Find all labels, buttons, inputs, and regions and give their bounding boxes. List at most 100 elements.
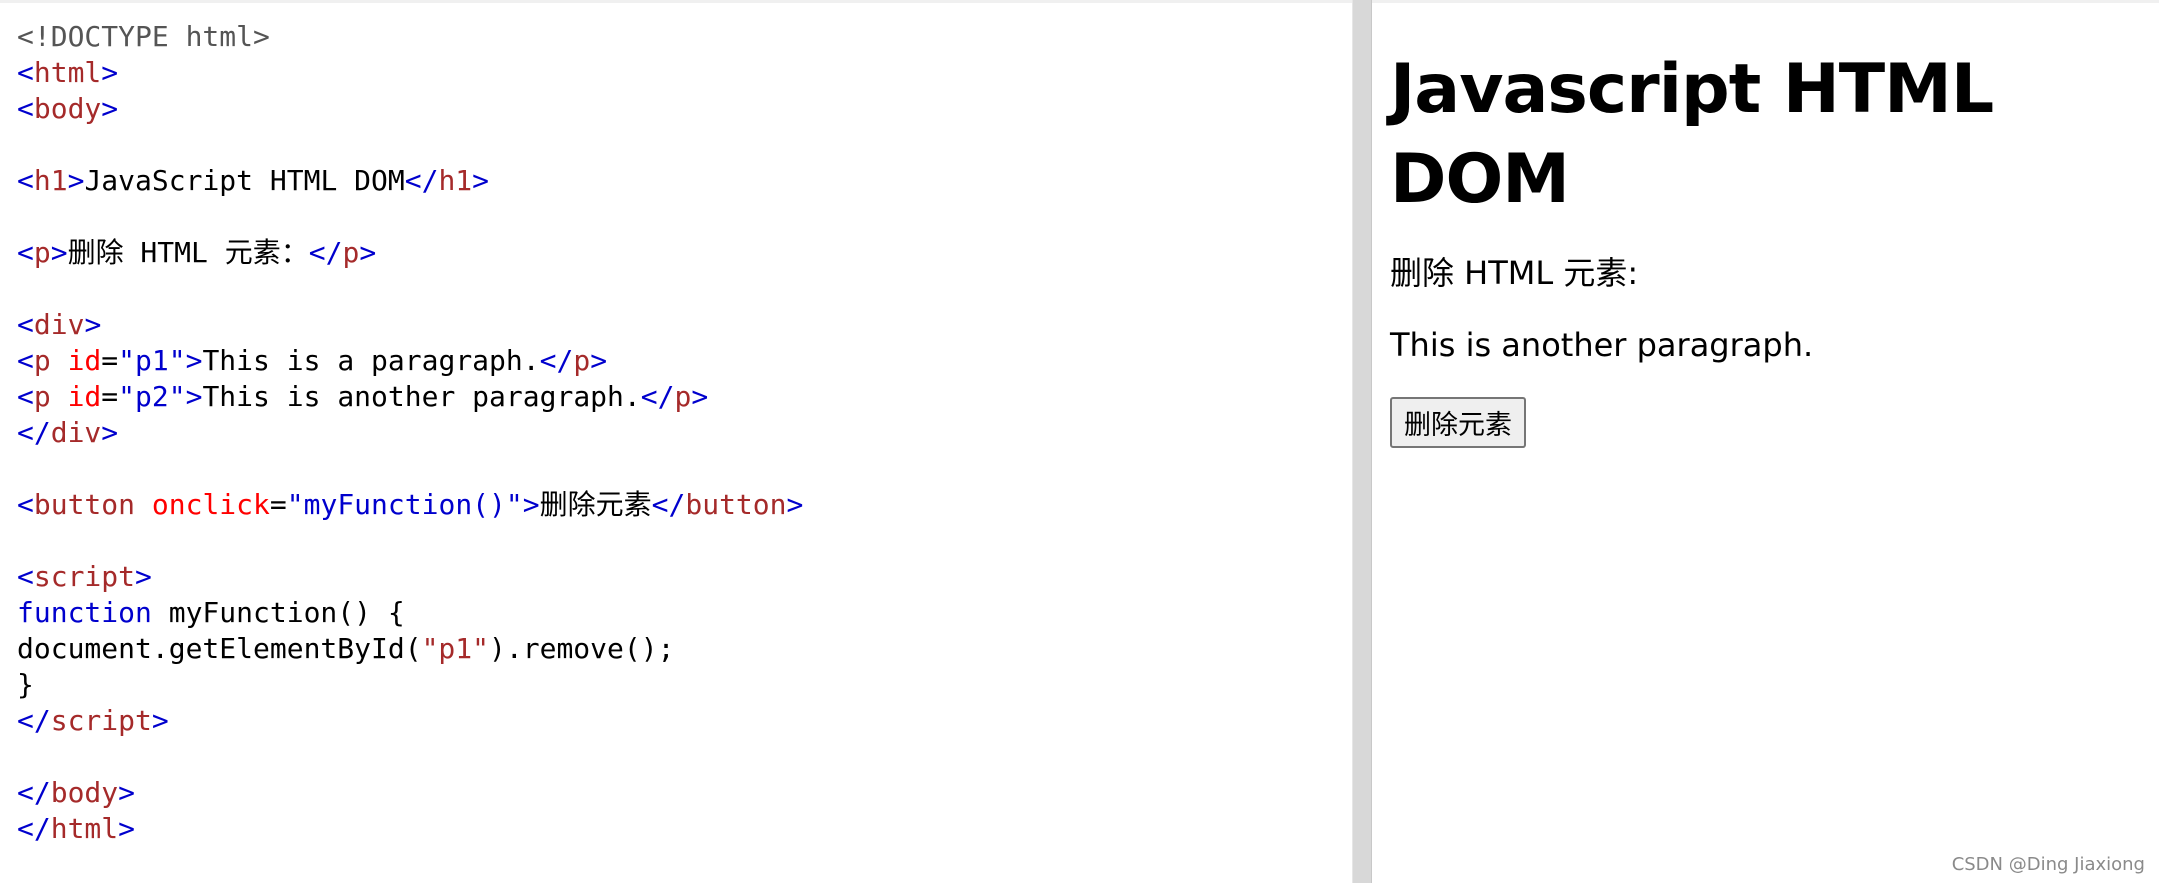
watermark-text: CSDN @Ding Jiaxiong [1951,854,2145,875]
code-token: } [17,668,34,701]
code-token: > [590,344,608,377]
code-token: > [118,776,136,809]
code-token: > [101,416,119,449]
code-token: = [101,380,119,413]
code-line: <p>删除 HTML 元素：</p> [17,235,1352,271]
code-token: h1 [438,164,473,197]
code-line: </body> [17,775,1352,811]
code-token: p [33,380,51,413]
code-token: > [50,236,68,269]
code-token: script [50,704,152,737]
code-token: < [17,164,34,197]
code-token: < [17,380,34,413]
code-token: </ [17,704,51,737]
code-token: div [33,308,85,341]
code-token: This is another paragraph. [202,380,641,413]
code-token: function [17,596,152,629]
code-token: > [786,488,804,521]
code-line: <script> [17,559,1352,595]
code-token: < [17,56,34,89]
code-token: > [185,380,203,413]
code-line: </script> [17,703,1352,739]
code-token: This is a paragraph. [202,344,540,377]
code-token: > [472,164,490,197]
panel-resize-handle[interactable] [1352,0,1372,883]
code-token: > [359,236,377,269]
code-token: </ [17,416,51,449]
code-token: script [33,560,136,593]
code-token: > [84,308,102,341]
code-token: body [50,776,119,809]
result-panel: Javascript HTML DOM 删除 HTML 元素: This is … [1372,0,2159,883]
result-label-text: 删除 HTML 元素: [1390,254,1639,292]
code-token: </ [17,776,51,809]
code-token: </ [404,164,439,197]
code-token: html [50,812,119,845]
code-token: <!DOCTYPE html> [17,20,270,53]
code-token: < [17,308,34,341]
code-token: "p1" [421,632,490,665]
code-token: document.getElementById( [17,632,422,665]
code-line: </html> [17,811,1352,847]
code-line: } [17,667,1352,703]
code-token: "p1" [118,344,186,377]
code-token: p [33,344,51,377]
code-token: = [101,344,119,377]
code-token: p [573,344,591,377]
code-line: <body> [17,91,1352,127]
code-token: id [67,380,102,413]
code-token: myFunction() { [151,596,405,629]
code-editor-panel[interactable]: <!DOCTYPE html> <html> <body> <h1>JavaScri… [0,0,1352,883]
code-token: > [67,164,85,197]
code-token: < [17,560,34,593]
result-paragraph-p2: This is another paragraph. [1390,326,1814,364]
code-line: <p id="p2">This is another paragraph.</p… [17,379,1352,415]
code-token: body [33,92,102,125]
code-token: html [33,56,102,89]
code-token: > [118,812,136,845]
code-token: </ [640,380,675,413]
code-line: <div> [17,307,1352,343]
code-token: > [185,344,203,377]
code-token: "myFunction()" [286,488,523,521]
code-token: > [101,56,119,89]
code-line: document.getElementById("p1").remove(); [17,631,1352,667]
code-token: 删除 HTML 元素： [67,236,309,269]
tryit-editor: <!DOCTYPE html> <html> <body> <h1>JavaScri… [0,0,2159,883]
remove-element-button[interactable]: 删除元素 [1390,397,1526,448]
code-token: </ [651,488,686,521]
code-line: <button onclick="myFunction()">删除元素</but… [17,487,1352,523]
code-token: < [17,92,34,125]
code-token: > [691,380,709,413]
code-token: ).remove(); [489,632,675,665]
code-token: < [17,344,34,377]
code-token: h1 [33,164,68,197]
code-token: div [50,416,102,449]
code-line: <html> [17,55,1352,91]
code-line: <h1>JavaScript HTML DOM</h1> [17,163,1352,199]
code-block[interactable]: <!DOCTYPE html> <html> <body> <h1>JavaScri… [17,19,1352,847]
code-token: button [685,488,787,521]
code-token: < [17,236,34,269]
code-line: <p id="p1">This is a paragraph.</p> [17,343,1352,379]
code-token: > [135,560,152,593]
code-token: > [522,488,540,521]
code-token: > [101,92,119,125]
code-token: 删除元素 [539,488,652,521]
code-token: </ [308,236,343,269]
code-line: function myFunction() { [17,595,1352,631]
code-token: onclick [151,488,270,521]
code-token: "p2" [118,380,186,413]
code-token: button [33,488,136,521]
code-token: id [67,344,102,377]
code-token: p [33,236,51,269]
result-heading: Javascript HTML DOM [1390,50,1994,219]
code-token: = [269,488,287,521]
